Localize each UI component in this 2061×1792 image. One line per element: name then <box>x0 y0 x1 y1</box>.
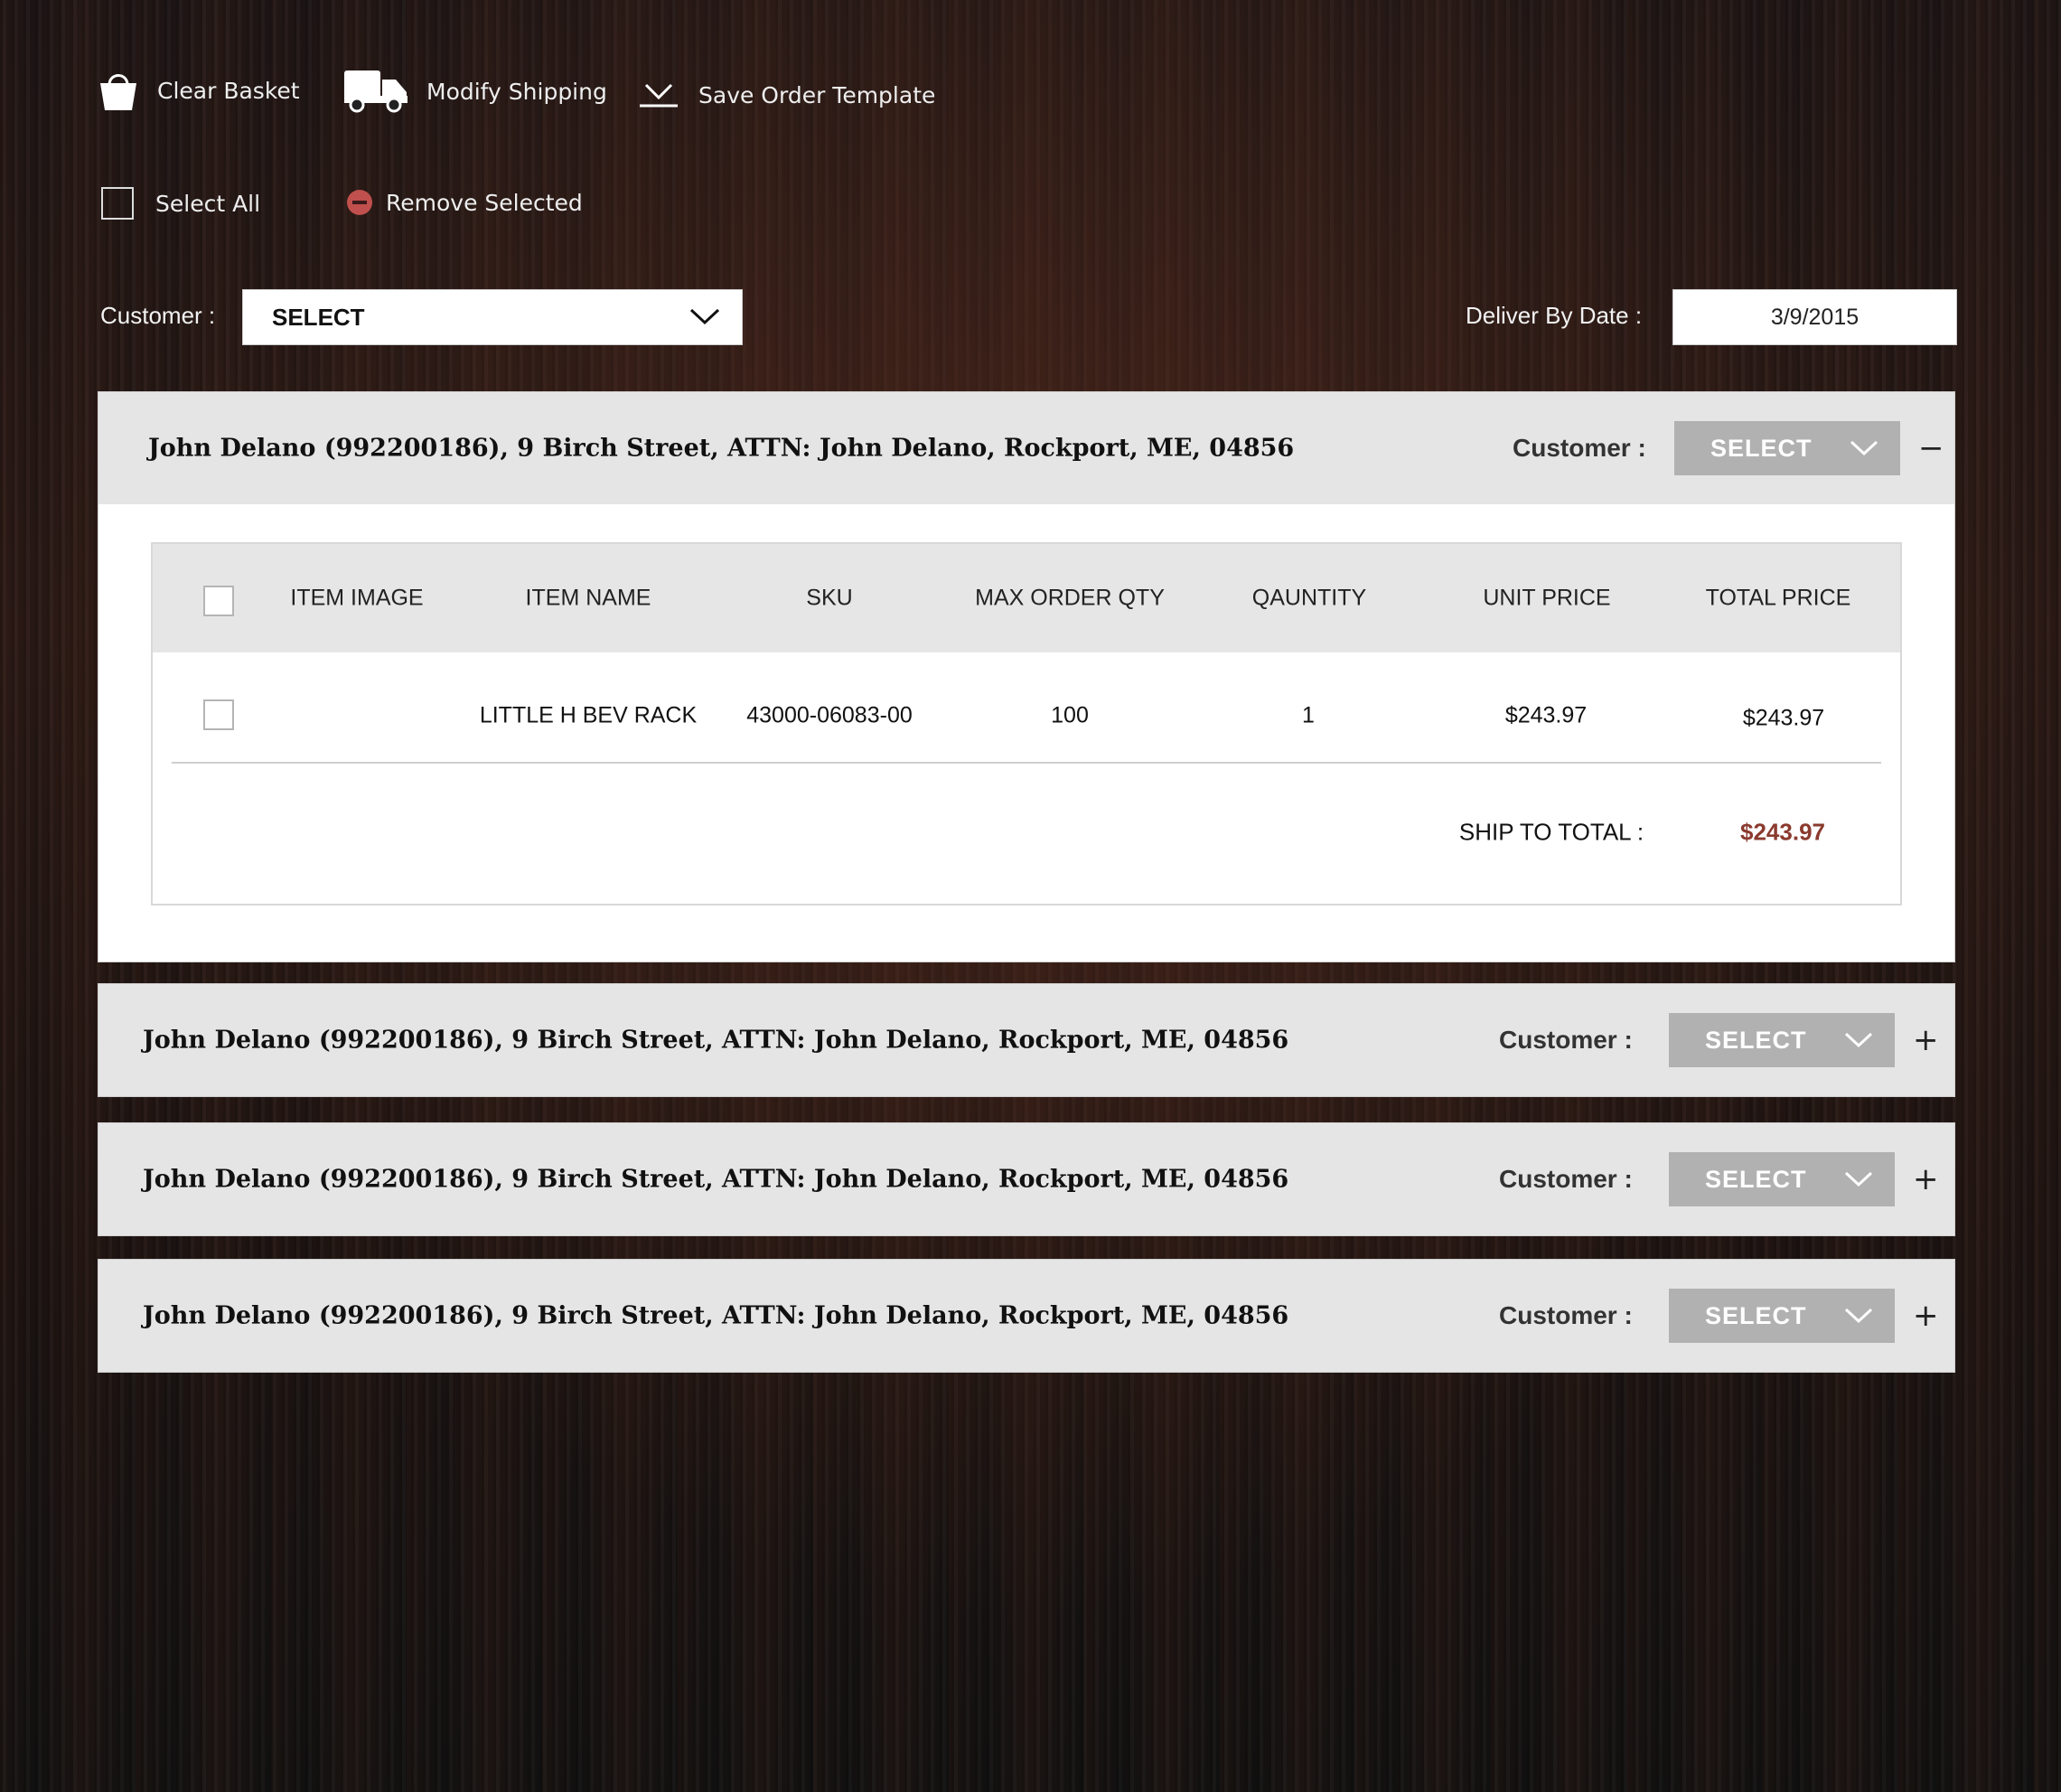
header-item-image: ITEM IMAGE <box>290 585 424 611</box>
panel-customer-select[interactable]: SELECT <box>1669 1289 1895 1343</box>
item-name: LITTLE H BEV RACK <box>479 702 698 728</box>
item-max-qty: 100 <box>1051 702 1089 728</box>
row-divider <box>172 762 1881 764</box>
panel-select-value: SELECT <box>1705 1165 1807 1193</box>
expand-toggle[interactable]: + <box>1913 1022 1939 1058</box>
ship-to-panel: John Delano (992200186), 9 Birch Street,… <box>98 1122 1955 1236</box>
expand-toggle[interactable]: + <box>1913 1161 1939 1197</box>
select-all-checkbox[interactable] <box>101 187 134 220</box>
select-all-control[interactable]: Select All <box>101 187 260 220</box>
download-icon <box>639 81 679 108</box>
ship-to-panel-header: John Delano (992200186), 9 Birch Street,… <box>98 1123 1954 1235</box>
panel-select-value: SELECT <box>1705 1026 1807 1054</box>
customer-label: Customer : <box>100 302 216 329</box>
customer-select[interactable]: SELECT <box>242 289 743 345</box>
expand-toggle[interactable]: + <box>1913 1298 1939 1334</box>
remove-selected-button[interactable]: Remove Selected <box>346 189 583 216</box>
item-sku: 43000-06083-00 <box>746 702 913 728</box>
panel-customer-label: Customer : <box>1513 434 1646 462</box>
collapse-toggle[interactable]: − <box>1918 430 1944 466</box>
chevron-down-icon <box>1850 435 1878 463</box>
chevron-down-icon <box>689 304 720 332</box>
item-total-price: $243.97 <box>1742 705 1825 731</box>
truck-icon <box>343 69 408 114</box>
panel-customer-select[interactable]: SELECT <box>1669 1013 1895 1067</box>
ship-to-panel: John Delano (992200186), 9 Birch Street,… <box>98 391 1955 962</box>
ship-to-total-label: SHIP TO TOTAL : <box>1458 818 1644 846</box>
deliver-by-label: Deliver By Date : <box>1466 302 1643 329</box>
panel-customer-label: Customer : <box>1499 1165 1633 1193</box>
ship-to-panel: John Delano (992200186), 9 Birch Street,… <box>98 983 1955 1097</box>
header-max-order-qty: MAX ORDER QTY <box>975 585 1165 611</box>
clear-basket-label: Clear Basket <box>157 77 300 104</box>
header-unit-price: UNIT PRICE <box>1483 585 1611 611</box>
ship-to-total-value: $243.97 <box>1740 818 1825 846</box>
chevron-down-icon <box>1844 1027 1873 1055</box>
header-item-name: ITEM NAME <box>525 585 651 611</box>
save-order-template-button[interactable]: Save Order Template <box>639 81 935 108</box>
ship-to-panel-body: ITEM IMAGE ITEM NAME SKU MAX ORDER QTY Q… <box>98 504 1954 962</box>
remove-selected-label: Remove Selected <box>386 189 583 216</box>
ship-to-panel-header: John Delano (992200186), 9 Birch Street,… <box>98 1260 1954 1372</box>
modify-shipping-button[interactable]: Modify Shipping <box>343 69 607 114</box>
header-quantity: QAUNTITY <box>1251 585 1367 611</box>
panel-customer-label: Customer : <box>1499 1026 1633 1054</box>
row-checkbox[interactable] <box>203 699 234 730</box>
chevron-down-icon <box>1844 1166 1873 1194</box>
basket-icon <box>99 69 137 112</box>
deliver-by-date-value: 3/9/2015 <box>1770 304 1860 330</box>
items-table: ITEM IMAGE ITEM NAME SKU MAX ORDER QTY Q… <box>151 542 1902 905</box>
panel-customer-select[interactable]: SELECT <box>1674 421 1900 475</box>
item-unit-price: $243.97 <box>1504 702 1588 728</box>
deliver-by-date-input[interactable]: 3/9/2015 <box>1672 289 1957 345</box>
remove-icon <box>346 189 373 216</box>
customer-select-value: SELECT <box>272 303 365 331</box>
ship-to-address: John Delano (992200186), 9 Birch Street,… <box>143 1026 1289 1055</box>
save-template-label: Save Order Template <box>698 81 936 108</box>
item-quantity[interactable]: 1 <box>1302 703 1315 729</box>
header-sku: SKU <box>806 585 853 611</box>
ship-to-address: John Delano (992200186), 9 Birch Street,… <box>143 1165 1289 1194</box>
clear-basket-button[interactable]: Clear Basket <box>99 69 300 112</box>
ship-to-address: John Delano (992200186), 9 Birch Street,… <box>148 434 1295 463</box>
panel-select-value: SELECT <box>1710 434 1813 462</box>
header-total-price: TOTAL PRICE <box>1705 585 1851 611</box>
ship-to-panel-header: John Delano (992200186), 9 Birch Street,… <box>98 984 1954 1096</box>
ship-to-panel-header: John Delano (992200186), 9 Birch Street,… <box>98 392 1954 504</box>
ship-to-panel: John Delano (992200186), 9 Birch Street,… <box>98 1259 1955 1373</box>
panel-customer-label: Customer : <box>1499 1301 1633 1329</box>
modify-shipping-label: Modify Shipping <box>426 78 607 105</box>
table-header: ITEM IMAGE ITEM NAME SKU MAX ORDER QTY Q… <box>153 544 1900 652</box>
panel-customer-select[interactable]: SELECT <box>1669 1152 1895 1206</box>
panel-select-value: SELECT <box>1705 1301 1807 1329</box>
select-all-label: Select All <box>155 190 261 217</box>
header-checkbox[interactable] <box>203 586 234 616</box>
ship-to-address: John Delano (992200186), 9 Birch Street,… <box>143 1301 1289 1330</box>
chevron-down-icon <box>1844 1302 1873 1330</box>
